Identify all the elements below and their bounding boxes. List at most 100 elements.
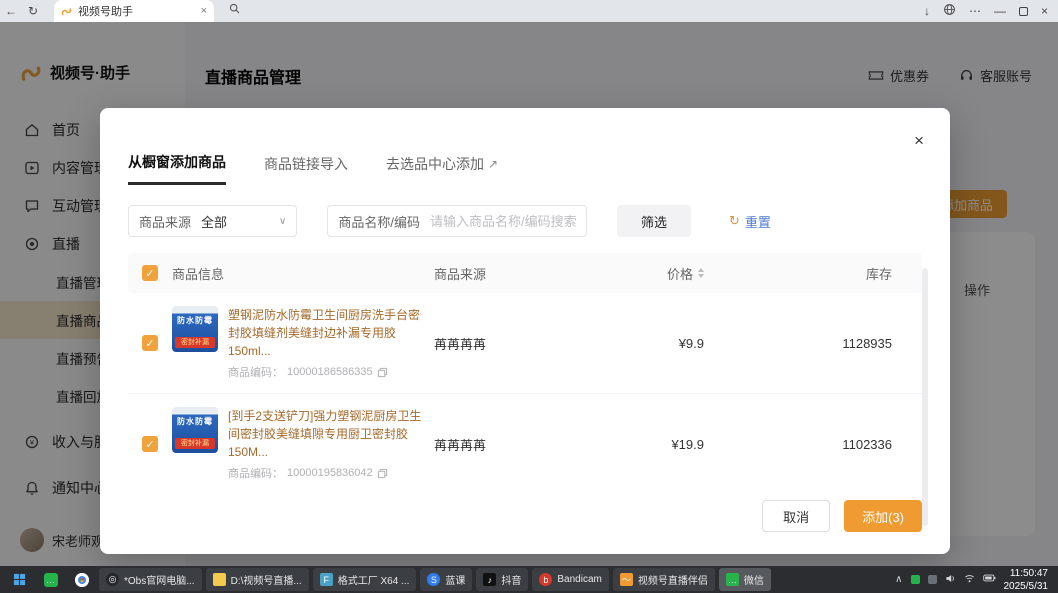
taskbar-app-bandicam[interactable]: b Bandicam — [532, 568, 608, 591]
taskbar-app-label: D:\视频号直播... — [231, 572, 302, 587]
filter-bar: 商品来源 全部 ∨ 商品名称/编码 筛选 ↻ 重置 — [128, 205, 922, 237]
confirm-add-button[interactable]: 添加(3) — [844, 500, 922, 532]
tray-app-icon[interactable] — [928, 575, 937, 584]
product-stock: 1128935 — [704, 336, 922, 351]
table-row: ✓ 防水防霉 密封补漏 塑钢泥防水防霉卫生间厨房洗手台密封胶填缝剂美缝封边补漏专… — [128, 293, 922, 394]
taskbar-app-lanke[interactable]: S 蓝课 — [420, 568, 472, 591]
taskbar-app-label: 格式工厂 X64 ... — [338, 572, 410, 587]
tab-selection-center[interactable]: 去选品中心添加 ↗ — [386, 152, 498, 185]
window-close-icon[interactable]: × — [1041, 4, 1048, 18]
source-select[interactable]: 商品来源 全部 ∨ — [128, 205, 297, 237]
more-icon[interactable]: ⋯ — [969, 4, 981, 18]
taskbar-app-label: 抖音 — [501, 572, 521, 587]
product-table: ✓ 商品信息 商品来源 价格 库存 ✓ 防水防霉 密封补漏 — [128, 253, 922, 486]
maximize-icon[interactable] — [1019, 7, 1028, 16]
taskbar-app-label: 视频号直播伴侣 — [638, 572, 708, 587]
taskbar-app-douyin[interactable]: ♪ 抖音 — [476, 568, 528, 591]
check-icon: ✓ — [145, 438, 154, 451]
product-source: 苒苒苒苒 — [434, 435, 584, 454]
tab-close-icon[interactable]: × — [201, 5, 207, 17]
row-checkbox[interactable]: ✓ — [142, 436, 158, 452]
add-product-modal: × 从橱窗添加商品 商品链接导入 去选品中心添加 ↗ 商品来源 全部 — [100, 108, 950, 554]
product-image-text: 防水防霉 — [172, 416, 218, 427]
browser-tab[interactable]: 视频号助手 × — [54, 0, 214, 22]
tab-add-from-showcase[interactable]: 从橱窗添加商品 — [128, 152, 226, 185]
source-select-label: 商品来源 — [129, 212, 201, 231]
product-price: ¥9.9 — [584, 336, 704, 351]
product-stock: 1102336 — [704, 437, 922, 452]
search-icon[interactable] — [228, 2, 241, 20]
table-header: ✓ 商品信息 商品来源 价格 库存 — [128, 253, 922, 293]
product-price: ¥19.9 — [584, 437, 704, 452]
row-checkbox[interactable]: ✓ — [142, 335, 158, 351]
scrollbar-thumb[interactable] — [922, 268, 928, 526]
taskbar-app-label: 蓝课 — [445, 572, 465, 587]
taskbar-app-label: 微信 — [744, 572, 764, 587]
taskbar-app-formatfactory[interactable]: F 格式工厂 X64 ... — [313, 568, 417, 591]
reset-label: 重置 — [745, 212, 771, 231]
product-image: 防水防霉 密封补漏 — [172, 306, 218, 352]
taskbar-app-folder[interactable]: D:\视频号直播... — [206, 568, 309, 591]
modal-close-icon[interactable]: × — [914, 132, 924, 149]
reset-button[interactable]: ↻ 重置 — [729, 212, 771, 231]
cancel-button[interactable]: 取消 — [762, 500, 830, 532]
taskbar: … ◎ *Obs官网电脑... D:\视频号直播... F 格式工厂 X64 .… — [0, 566, 1058, 593]
refresh-icon[interactable]: ↻ — [22, 0, 44, 22]
tab-label: 去选品中心添加 — [386, 154, 484, 174]
taskbar-app-channels-live[interactable]: 〜 视频号直播伴侣 — [613, 568, 715, 591]
taskbar-chrome-icon[interactable] — [68, 568, 95, 591]
product-code: 10000195836042 — [287, 467, 373, 479]
modal-footer: 取消 添加(3) — [128, 486, 922, 554]
tray-volume-icon[interactable] — [945, 573, 956, 587]
taskbar-app-label: Bandicam — [557, 574, 601, 585]
browser-titlebar: ← ↻ 视频号助手 × ↓ ⋯ — × — [0, 0, 1058, 22]
copy-icon[interactable] — [377, 367, 388, 378]
tray-wechat-icon[interactable] — [911, 575, 920, 584]
external-link-icon: ↗ — [488, 157, 498, 171]
check-icon: ✓ — [145, 337, 154, 350]
tab-label: 商品链接导入 — [264, 154, 348, 174]
modal-tabs: 从橱窗添加商品 商品链接导入 去选品中心添加 ↗ — [128, 108, 922, 185]
product-title[interactable]: [到手2支送铲刀]强力塑钢泥厨房卫生间密封胶美缝填隙专用厨卫密封胶150M... — [228, 407, 426, 461]
taskbar-app-wechat[interactable]: … 微信 — [719, 568, 771, 591]
tray-chevron-up-icon[interactable]: ∧ — [895, 574, 902, 585]
name-search-label: 商品名称/编码 — [328, 212, 430, 231]
minimize-icon[interactable]: — — [994, 4, 1006, 18]
download-icon[interactable]: ↓ — [924, 4, 930, 18]
taskbar-app-label: *Obs官网电脑... — [124, 572, 195, 587]
clock-time: 11:50:47 — [1004, 567, 1049, 580]
table-row: ✓ 防水防霉 密封补漏 [到手2支送铲刀]强力塑钢泥厨房卫生间密封胶美缝填隙专用… — [128, 394, 922, 486]
product-image-text: 密封补漏 — [175, 337, 215, 348]
taskbar-app-obs[interactable]: ◎ *Obs官网电脑... — [99, 568, 202, 591]
channels-logo-icon — [61, 6, 72, 17]
start-button-icon[interactable] — [6, 568, 33, 591]
product-source: 苒苒苒苒 — [434, 334, 584, 353]
page: 视频号·助手 首页 内容管理 互动管理 直播 — [0, 22, 1058, 566]
tray-network-icon[interactable] — [964, 573, 975, 587]
tab-import-link[interactable]: 商品链接导入 — [264, 152, 348, 185]
tray-battery-icon[interactable] — [983, 573, 996, 586]
copy-icon[interactable] — [377, 468, 388, 479]
taskbar-clock[interactable]: 11:50:47 2025/5/31 — [1004, 567, 1049, 593]
col-source: 商品来源 — [434, 264, 584, 283]
chevron-down-icon: ∨ — [279, 216, 286, 227]
select-all-checkbox[interactable]: ✓ — [142, 265, 158, 281]
name-search-input[interactable] — [430, 214, 586, 229]
system-tray: ∧ 11:50:47 2025/5/31 — [895, 567, 1052, 593]
product-code-label: 商品编码： — [228, 364, 283, 380]
col-price: 价格 — [667, 264, 693, 283]
product-image-text: 防水防霉 — [172, 315, 218, 326]
reset-icon: ↻ — [729, 213, 740, 229]
product-image: 防水防霉 密封补漏 — [172, 407, 218, 453]
product-title[interactable]: 塑钢泥防水防霉卫生间厨房洗手台密封胶填缝剂美缝封边补漏专用胶150ml... — [228, 306, 426, 360]
filter-button[interactable]: 筛选 — [617, 205, 691, 237]
product-code: 10000186586335 — [287, 366, 373, 378]
tab-label: 从橱窗添加商品 — [128, 152, 226, 172]
product-image-text: 密封补漏 — [175, 438, 215, 449]
back-icon[interactable]: ← — [0, 0, 22, 22]
screen: ← ↻ 视频号助手 × ↓ ⋯ — × 视频号·助手 — [0, 0, 1058, 593]
globe-icon[interactable] — [943, 3, 956, 19]
tab-title: 视频号助手 — [78, 3, 195, 19]
clock-date: 2025/5/31 — [1004, 580, 1049, 593]
taskbar-wechat-icon[interactable]: … — [37, 568, 64, 591]
